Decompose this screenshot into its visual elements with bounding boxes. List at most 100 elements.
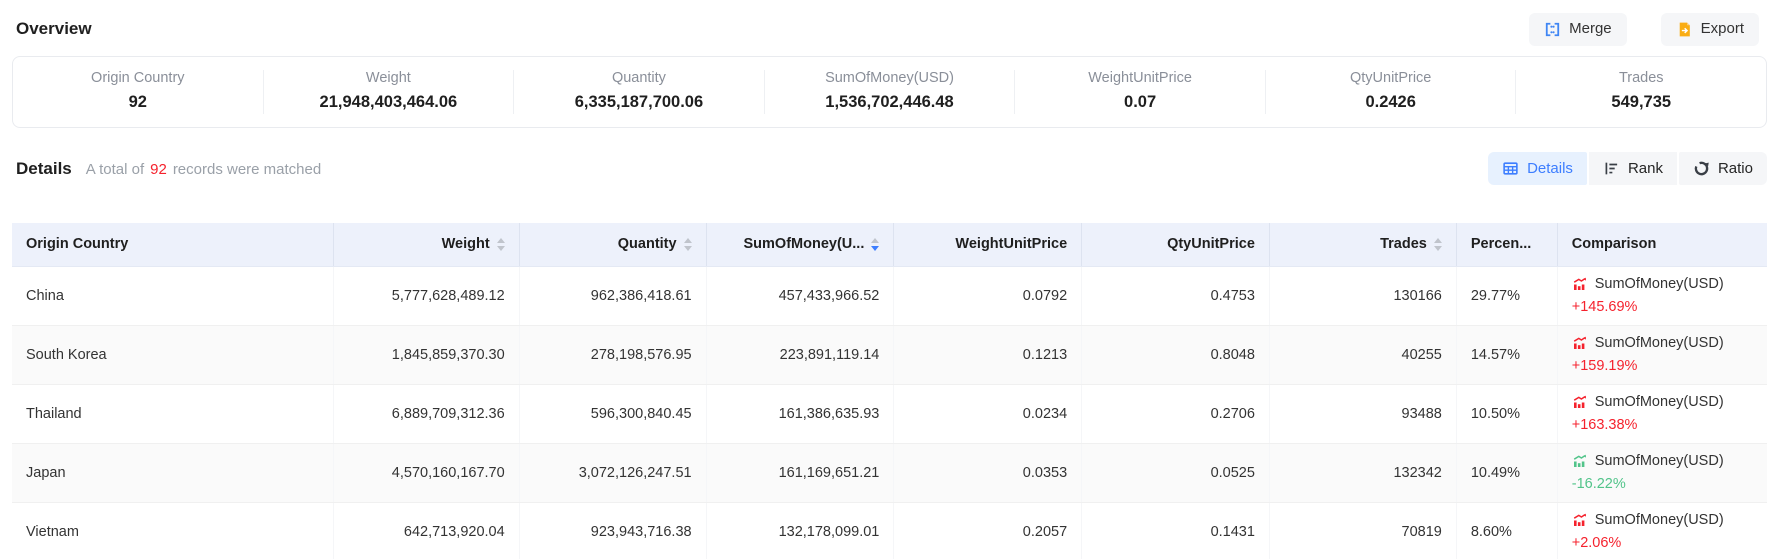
tab-details[interactable]: Details — [1488, 152, 1587, 185]
table-icon — [1502, 160, 1519, 177]
cell-quantity: 596,300,840.45 — [519, 384, 706, 443]
cell-percentage: 14.57% — [1456, 325, 1557, 384]
cell-percentage: 10.49% — [1456, 443, 1557, 502]
details-left: Details A total of92records were matched — [16, 159, 321, 179]
cell-sum-of-money: 161,386,635.93 — [706, 384, 894, 443]
stat-item: Origin Country 92 — [13, 70, 264, 114]
cell-percentage: 10.50% — [1456, 384, 1557, 443]
cell-weight-unit-price: 0.0234 — [894, 384, 1082, 443]
cell-origin-country: Japan — [12, 443, 333, 502]
comparison-change-value: +163.38% — [1572, 414, 1753, 437]
cell-qty-unit-price: 0.8048 — [1082, 325, 1270, 384]
comparison-metric-label: SumOfMoney(USD) — [1595, 332, 1724, 355]
comparison-change-value: +145.69% — [1572, 296, 1753, 319]
ratio-icon — [1693, 160, 1710, 177]
tab-rank[interactable]: Rank — [1589, 152, 1677, 185]
column-header-weight[interactable]: Weight — [333, 223, 519, 266]
cell-origin-country: China — [12, 266, 333, 325]
export-button-label: Export — [1701, 21, 1744, 37]
column-label: WeightUnitPrice — [955, 236, 1067, 252]
stat-label: Origin Country — [13, 70, 263, 86]
column-header-sum-of-money[interactable]: SumOfMoney(U... — [706, 223, 894, 266]
tab-rank-label: Rank — [1628, 160, 1663, 177]
stat-label: Trades — [1516, 70, 1766, 86]
cell-comparison: SumOfMoney(USD) +163.38% — [1557, 384, 1767, 443]
column-label: Comparison — [1572, 236, 1657, 252]
stat-item: Weight 21,948,403,464.06 — [264, 70, 515, 114]
top-actions: Merge Export — [1529, 13, 1759, 46]
cell-quantity: 278,198,576.95 — [519, 325, 706, 384]
export-button[interactable]: Export — [1661, 13, 1759, 46]
column-header-quantity[interactable]: Quantity — [519, 223, 706, 266]
cell-trades: 70819 — [1269, 502, 1456, 559]
tab-ratio[interactable]: Ratio — [1679, 152, 1767, 185]
cell-qty-unit-price: 0.2706 — [1082, 384, 1270, 443]
table-row: China 5,777,628,489.12 962,386,418.61 45… — [12, 266, 1767, 325]
view-switcher: Details Rank Ratio — [1488, 152, 1767, 185]
cell-qty-unit-price: 0.4753 — [1082, 266, 1270, 325]
cell-trades: 132342 — [1269, 443, 1456, 502]
cell-qty-unit-price: 0.1431 — [1082, 502, 1270, 559]
stat-value: 21,948,403,464.06 — [264, 93, 514, 112]
cell-weight: 1,845,859,370.30 — [333, 325, 519, 384]
cell-weight-unit-price: 0.2057 — [894, 502, 1082, 559]
cell-weight: 4,570,160,167.70 — [333, 443, 519, 502]
details-table: Origin Country Weight Quantity SumOfMone… — [12, 223, 1767, 559]
cell-quantity: 962,386,418.61 — [519, 266, 706, 325]
cell-comparison: SumOfMoney(USD) +145.69% — [1557, 266, 1767, 325]
comparison-metric-label: SumOfMoney(USD) — [1595, 450, 1724, 473]
stat-value: 0.2426 — [1266, 93, 1516, 112]
table-row: Thailand 6,889,709,312.36 596,300,840.45… — [12, 384, 1767, 443]
trend-chart-icon — [1572, 335, 1588, 351]
stat-value: 6,335,187,700.06 — [514, 93, 764, 112]
cell-sum-of-money: 161,169,651.21 — [706, 443, 894, 502]
column-label: Trades — [1380, 236, 1427, 252]
trend-chart-icon — [1572, 512, 1588, 528]
tab-ratio-label: Ratio — [1718, 160, 1753, 177]
top-bar: Overview Merge Export — [0, 0, 1779, 56]
column-label: QtyUnitPrice — [1167, 236, 1255, 252]
trend-chart-icon — [1572, 453, 1588, 469]
sort-carets-icon[interactable] — [871, 238, 879, 251]
details-title: Details — [16, 159, 72, 179]
column-header-trades[interactable]: Trades — [1269, 223, 1456, 266]
table-row: Japan 4,570,160,167.70 3,072,126,247.51 … — [12, 443, 1767, 502]
comparison-change-value: +159.19% — [1572, 355, 1753, 378]
cell-quantity: 3,072,126,247.51 — [519, 443, 706, 502]
comparison-metric-label: SumOfMoney(USD) — [1595, 391, 1724, 414]
stat-label: SumOfMoney(USD) — [765, 70, 1015, 86]
sort-carets-icon[interactable] — [1434, 238, 1442, 251]
table-body: China 5,777,628,489.12 962,386,418.61 45… — [12, 266, 1767, 559]
comparison-change-value: -16.22% — [1572, 473, 1753, 496]
column-header-origin-country: Origin Country — [12, 223, 333, 266]
cell-origin-country: Thailand — [12, 384, 333, 443]
sort-carets-icon[interactable] — [497, 238, 505, 251]
cell-trades: 93488 — [1269, 384, 1456, 443]
cell-qty-unit-price: 0.0525 — [1082, 443, 1270, 502]
records-count: 92 — [144, 161, 173, 178]
cell-weight-unit-price: 0.1213 — [894, 325, 1082, 384]
details-header-row: Details A total of92records were matched… — [16, 150, 1767, 187]
cell-comparison: SumOfMoney(USD) -16.22% — [1557, 443, 1767, 502]
column-label: Percen... — [1471, 236, 1531, 252]
table-header-row: Origin Country Weight Quantity SumOfMone… — [12, 223, 1767, 266]
stat-label: WeightUnitPrice — [1015, 70, 1265, 86]
cell-weight: 6,889,709,312.36 — [333, 384, 519, 443]
rank-icon — [1603, 160, 1620, 177]
cell-weight: 642,713,920.04 — [333, 502, 519, 559]
cell-origin-country: South Korea — [12, 325, 333, 384]
stat-label: QtyUnitPrice — [1266, 70, 1516, 86]
table-row: South Korea 1,845,859,370.30 278,198,576… — [12, 325, 1767, 384]
stat-item: Quantity 6,335,187,700.06 — [514, 70, 765, 114]
column-label: Quantity — [618, 236, 677, 252]
stat-item: Trades 549,735 — [1516, 70, 1766, 114]
cell-trades: 40255 — [1269, 325, 1456, 384]
table-row: Vietnam 642,713,920.04 923,943,716.38 13… — [12, 502, 1767, 559]
cell-sum-of-money: 223,891,119.14 — [706, 325, 894, 384]
sort-carets-icon[interactable] — [684, 238, 692, 251]
column-header-percentage: Percen... — [1456, 223, 1557, 266]
merge-button[interactable]: Merge — [1529, 13, 1627, 46]
column-header-weight-unit-price: WeightUnitPrice — [894, 223, 1082, 266]
column-header-comparison: Comparison — [1557, 223, 1767, 266]
records-summary-prefix: A total of — [86, 161, 144, 178]
